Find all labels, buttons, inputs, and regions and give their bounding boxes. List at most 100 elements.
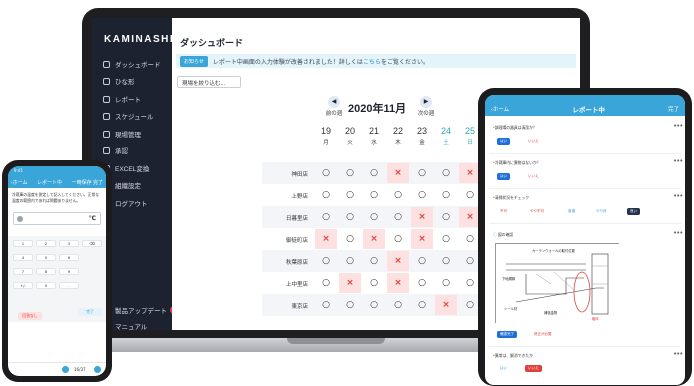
tablet-back-button[interactable]: ‹ホーム	[491, 105, 509, 113]
status-ok-cell[interactable]: ○	[387, 207, 409, 227]
divider	[489, 188, 681, 189]
status-ok-cell[interactable]: ○	[435, 207, 457, 227]
temperature-input[interactable]: ℃	[13, 212, 101, 225]
status-ng-cell[interactable]: ×	[339, 273, 361, 293]
status-ok-cell[interactable]: ○	[411, 163, 433, 183]
status-ok-cell[interactable]: ○	[363, 207, 385, 227]
sidebar-item-updates[interactable]: 製品アップデート3	[103, 305, 178, 315]
q2-yes-button[interactable]: はい	[497, 173, 510, 180]
sidebar-item-templates[interactable]: ひな形	[103, 76, 135, 86]
status-ok-cell[interactable]: ○	[411, 295, 433, 315]
status-ng-cell[interactable]: ×	[411, 229, 433, 249]
q2-no-button[interactable]: いいえ	[525, 173, 542, 180]
status-ok-cell[interactable]: ○	[339, 229, 361, 249]
weekday-label: 火	[347, 140, 353, 146]
q5-yes-button[interactable]: はい	[497, 365, 510, 372]
status-ok-cell[interactable]: ○	[387, 229, 409, 249]
tablet-frame: ‹ホーム レポート中 完了 *調理場の器具は清潔か？ ••• はい いいえ *冷…	[478, 88, 692, 386]
keypad-key[interactable]: .	[59, 282, 79, 289]
status-ok-cell[interactable]: ○	[435, 163, 457, 183]
status-ng-cell[interactable]: ×	[363, 229, 385, 249]
status-ng-cell[interactable]: ×	[387, 163, 409, 183]
sidebar-item-sites[interactable]: 現場管理	[103, 129, 141, 139]
status-ng-cell[interactable]: ×	[315, 229, 337, 249]
status-ok-cell[interactable]: ○	[339, 163, 361, 183]
backspace-key[interactable]: ⌫	[82, 240, 102, 247]
status-ok-cell[interactable]: ○	[315, 185, 337, 205]
status-ok-cell[interactable]: ○	[315, 163, 337, 183]
phone-done-header-button[interactable]: 完了	[93, 180, 103, 186]
more-icon[interactable]: •••	[673, 350, 683, 358]
status-ok-cell[interactable]: ○	[363, 251, 385, 271]
keypad-key[interactable]: 4	[13, 254, 33, 261]
rating-option[interactable]: やや不可	[527, 208, 547, 215]
keypad-key[interactable]: 8	[36, 268, 56, 275]
next-page-icon[interactable]	[94, 366, 101, 373]
q4-ng-button[interactable]: 修正が必要	[531, 331, 555, 338]
more-icon[interactable]: •••	[673, 122, 683, 130]
prev-week-button[interactable]: ◀ 前の週	[320, 96, 348, 117]
status-ok-cell[interactable]: ○	[315, 207, 337, 227]
divider	[489, 153, 681, 154]
keypad-key[interactable]: 3	[59, 240, 79, 247]
site-filter-select[interactable]: 現場を絞り込む...	[177, 76, 241, 88]
q5-no-button[interactable]: いいえ	[525, 365, 542, 372]
status-ok-cell[interactable]: ○	[435, 185, 457, 205]
sidebar-item-schedule[interactable]: スケジュール	[103, 111, 154, 121]
rating-option[interactable]: 普通	[565, 208, 578, 215]
status-ok-cell[interactable]: ○	[363, 273, 385, 293]
status-ok-cell[interactable]: ○	[363, 185, 385, 205]
phone-done-button[interactable]: 完了	[78, 308, 102, 316]
keypad-key[interactable]: +/-	[13, 282, 33, 289]
more-icon[interactable]: •••	[673, 192, 683, 200]
q4-ok-button[interactable]: 確認完了	[497, 331, 517, 338]
status-ok-cell[interactable]: ○	[339, 207, 361, 227]
status-ok-cell[interactable]: ○	[435, 273, 457, 293]
status-ok-cell[interactable]: ○	[411, 273, 433, 293]
status-ok-cell[interactable]: ○	[339, 251, 361, 271]
status-ok-cell[interactable]: ○	[339, 185, 361, 205]
sidebar-item-approval[interactable]: 承認	[103, 145, 128, 155]
rating-option[interactable]: 不可	[497, 208, 510, 215]
rating-option-selected[interactable]: 良い	[627, 208, 640, 215]
status-ok-cell[interactable]: ○	[315, 251, 337, 271]
keypad-key[interactable]: 9	[59, 268, 79, 275]
prev-page-icon[interactable]	[62, 366, 69, 373]
status-ok-cell[interactable]: ○	[435, 251, 457, 271]
rating-option[interactable]: やや良	[593, 208, 610, 215]
status-ok-cell[interactable]: ○	[387, 295, 409, 315]
keypad-key[interactable]: 1	[13, 240, 33, 247]
phone-back-button[interactable]: ‹ホーム	[11, 179, 28, 186]
status-ok-cell[interactable]: ○	[315, 273, 337, 293]
clear-icon[interactable]	[17, 216, 23, 222]
status-ok-cell[interactable]: ○	[315, 295, 337, 315]
q1-no-button[interactable]: いいえ	[525, 138, 542, 145]
next-week-button[interactable]: ▶ 次の週	[412, 96, 440, 117]
tablet-done-button[interactable]: 完了	[668, 105, 679, 113]
status-ng-cell[interactable]: ×	[387, 273, 409, 293]
sidebar-item-reports[interactable]: レポート	[103, 94, 141, 104]
notice-link[interactable]: こちら	[363, 57, 381, 66]
status-ok-cell[interactable]: ○	[363, 295, 385, 315]
keypad-key[interactable]: 0	[36, 282, 56, 289]
keypad-key[interactable]: 7	[13, 268, 33, 275]
status-ok-cell[interactable]: ○	[339, 295, 361, 315]
status-ng-cell[interactable]: ×	[411, 207, 433, 227]
status-ok-cell[interactable]: ○	[411, 185, 433, 205]
status-ng-cell[interactable]: ×	[387, 251, 409, 271]
more-icon[interactable]: •••	[673, 229, 683, 237]
keypad-key[interactable]: 6	[59, 254, 79, 261]
phone-save-button[interactable]: 一時保存	[72, 180, 92, 186]
status-ok-cell[interactable]: ○	[411, 251, 433, 271]
q1-yes-button[interactable]: はい	[497, 138, 510, 145]
sidebar-item-dashboard[interactable]: ダッシュボード	[103, 59, 161, 69]
status-ok-cell[interactable]: ○	[435, 229, 457, 249]
keypad-key[interactable]: 2	[36, 240, 56, 247]
day-number: 20	[344, 126, 355, 136]
status-ng-cell[interactable]: ×	[435, 295, 457, 315]
no-answer-button[interactable]: 回答なし	[18, 312, 42, 320]
keypad-key[interactable]: 5	[36, 254, 56, 261]
status-ok-cell[interactable]: ○	[363, 163, 385, 183]
more-icon[interactable]: •••	[673, 157, 683, 165]
status-ok-cell[interactable]: ○	[387, 185, 409, 205]
